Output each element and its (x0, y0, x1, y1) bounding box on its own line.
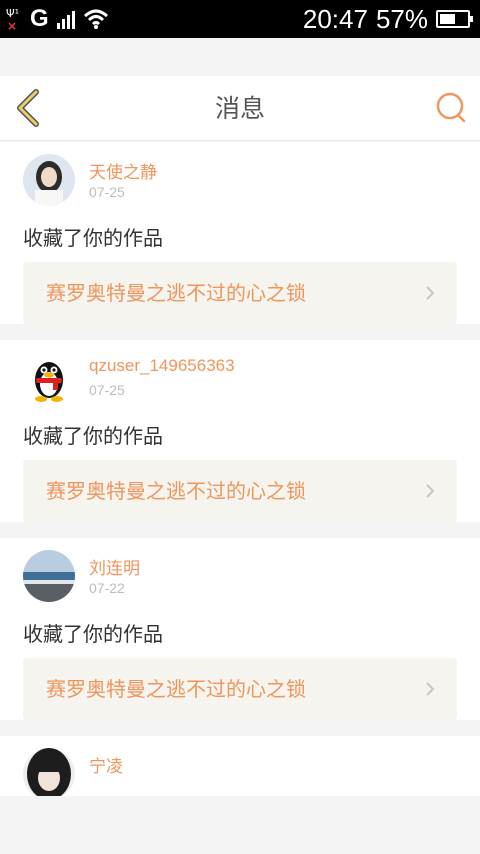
sim-antenna-icon: Ψ¹ × (6, 7, 20, 33)
message-date: 07-25 (89, 184, 125, 200)
action-text: 收藏了你的作品 (23, 226, 163, 250)
clock: 20:47 (302, 4, 368, 34)
work-title: 赛罗奥特曼之逃不过的心之锁 (46, 479, 306, 503)
search-icon (436, 92, 466, 123)
page-title: 消息 (214, 94, 265, 123)
battery-icon (436, 10, 473, 28)
top-bar: 消息 (0, 76, 480, 141)
chevron-right-icon (426, 484, 435, 498)
username[interactable]: 刘连明 (89, 554, 140, 579)
status-bar: Ψ¹ × G 20:47 57% (0, 0, 480, 38)
message-list: 天使之静 07-25 收藏了你的作品 赛罗奥特曼之逃不过的心之锁 qzuser_… (0, 142, 480, 812)
battery-percent: 57% (375, 4, 428, 34)
action-text: 收藏了你的作品 (23, 622, 163, 646)
chevron-right-icon (426, 286, 435, 300)
work-link[interactable]: 赛罗奥特曼之逃不过的心之锁 (23, 262, 457, 324)
message-card: 宁凌 (0, 736, 480, 796)
signal-bars-icon (56, 9, 75, 29)
work-title: 赛罗奥特曼之逃不过的心之锁 (46, 677, 306, 701)
username[interactable]: 宁凌 (89, 752, 123, 777)
username[interactable]: 天使之静 (89, 158, 157, 183)
message-date: 07-25 (89, 382, 125, 398)
work-link[interactable]: 赛罗奥特曼之逃不过的心之锁 (23, 658, 457, 720)
avatar[interactable] (23, 550, 75, 602)
avatar[interactable] (23, 154, 75, 206)
work-link[interactable]: 赛罗奥特曼之逃不过的心之锁 (23, 460, 457, 522)
search-button[interactable] (434, 90, 468, 126)
network-type: G (30, 5, 49, 32)
work-title: 赛罗奥特曼之逃不过的心之锁 (46, 281, 306, 305)
message-date: 07-22 (89, 580, 125, 596)
message-card: qzuser_149656363 07-25 收藏了你的作品 赛罗奥特曼之逃不过… (0, 340, 480, 522)
wifi-icon (83, 8, 109, 30)
username[interactable]: qzuser_149656363 (89, 356, 235, 376)
no-sim-icon: × (7, 19, 18, 33)
message-card: 天使之静 07-25 收藏了你的作品 赛罗奥特曼之逃不过的心之锁 (0, 142, 480, 324)
action-text: 收藏了你的作品 (23, 424, 163, 448)
avatar[interactable] (23, 352, 75, 404)
message-card: 刘连明 07-22 收藏了你的作品 赛罗奥特曼之逃不过的心之锁 (0, 538, 480, 720)
avatar[interactable] (23, 748, 75, 796)
chevron-right-icon (426, 682, 435, 696)
